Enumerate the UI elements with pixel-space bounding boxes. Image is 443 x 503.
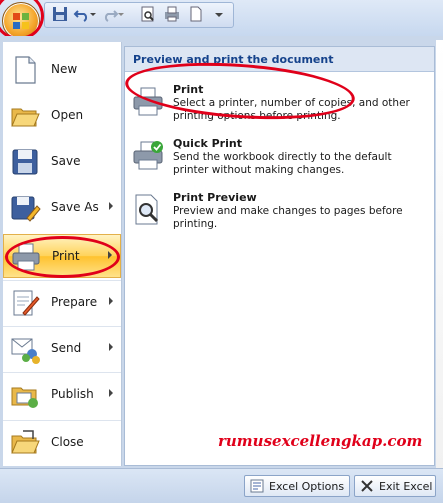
annotation-circle-print-menu — [5, 236, 120, 278]
submenu-arrow-icon — [109, 389, 113, 397]
submenu-arrow-icon — [109, 343, 113, 351]
annotation-circle-office-button — [0, 0, 44, 40]
quick-print-qat-icon[interactable] — [163, 5, 181, 23]
prepare-icon — [13, 290, 40, 316]
menu-item-send[interactable]: Send — [3, 326, 121, 371]
option-title: Print Preview — [173, 191, 257, 204]
excel-office-menu: New Open Save Save As Print Prepare Send — [0, 0, 443, 503]
menu-item-label: Prepare — [51, 295, 98, 309]
menu-footer: Excel Options Exit Excel — [0, 468, 443, 503]
option-description: Preview and make changes to pages before… — [173, 205, 403, 230]
print-preview-icon — [135, 194, 159, 225]
quick-access-toolbar — [44, 2, 234, 28]
close-folder-icon — [11, 430, 40, 454]
publish-icon — [11, 387, 38, 408]
menu-item-label: New — [51, 62, 78, 76]
menu-item-open[interactable]: Open — [3, 94, 121, 138]
menu-item-prepare[interactable]: Prepare — [3, 280, 121, 325]
menu-item-save[interactable]: Save — [3, 140, 121, 184]
quick-print-icon — [133, 141, 163, 170]
menu-item-publish[interactable]: Publish — [3, 372, 121, 417]
exit-excel-button[interactable]: Exit Excel — [354, 475, 436, 497]
new-qat-icon[interactable] — [187, 5, 205, 23]
menu-item-label: Save — [51, 154, 81, 168]
new-document-icon — [15, 56, 36, 84]
title-bar — [0, 0, 443, 40]
menu-item-label: Open — [51, 108, 84, 122]
option-description: Send the workbook directly to the defaul… — [173, 151, 392, 176]
save-disk-icon — [12, 149, 38, 175]
menu-item-label: Publish — [51, 387, 94, 401]
print-preview-qat-icon[interactable] — [139, 5, 157, 23]
menu-item-label: Close — [51, 435, 84, 449]
send-icon — [11, 338, 40, 364]
button-label: Exit Excel — [379, 480, 433, 493]
undo-dropdown-icon[interactable] — [89, 5, 97, 23]
menu-item-close[interactable]: Close — [3, 420, 121, 465]
customize-qat-icon[interactable] — [213, 5, 225, 23]
save-as-icon — [11, 196, 41, 222]
worksheet-edge — [436, 40, 443, 468]
close-icon — [361, 480, 373, 492]
submenu-arrow-icon — [109, 297, 113, 305]
menu-item-label: Send — [51, 341, 82, 355]
redo-dropdown-icon[interactable] — [117, 5, 125, 23]
button-label: Excel Options — [269, 480, 345, 493]
watermark-text: rumusexcellengkap.com — [218, 432, 423, 450]
excel-options-button[interactable]: Excel Options — [244, 475, 350, 497]
option-quick-print[interactable]: Quick Print Send the workbook directly t… — [129, 135, 429, 185]
menu-item-label: Save As — [51, 200, 99, 214]
menu-item-new[interactable]: New — [3, 48, 121, 92]
save-icon[interactable] — [51, 5, 69, 23]
menu-item-save-as[interactable]: Save As — [3, 186, 121, 230]
submenu-arrow-icon — [109, 202, 113, 210]
options-icon — [250, 479, 264, 493]
open-folder-icon — [11, 108, 40, 127]
option-title: Quick Print — [173, 137, 242, 150]
option-print-preview[interactable]: Print Preview Preview and make changes t… — [129, 189, 429, 239]
